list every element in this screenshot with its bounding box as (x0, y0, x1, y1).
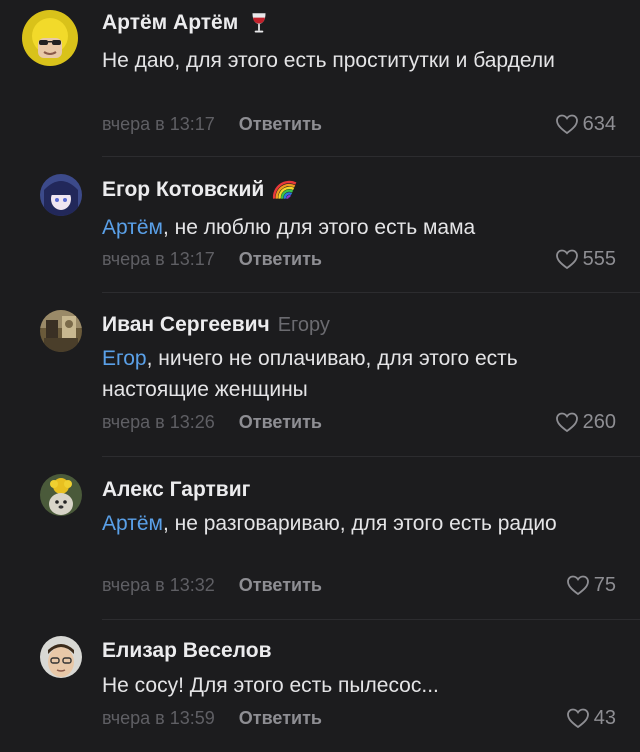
comment-text: Не сосу! Для этого есть пылесос... (102, 670, 602, 701)
comment-time: вчера в 13:26 (102, 411, 215, 432)
comment-body: Не сосу! Для этого есть пылесос... (102, 674, 439, 697)
divider (102, 456, 640, 457)
divider (102, 156, 640, 157)
comment-body: Не даю, для этого есть проститутки и бар… (102, 49, 555, 72)
comment-author[interactable]: Алекс Гартвиг (102, 478, 250, 502)
reply-button[interactable]: Ответить (239, 249, 322, 270)
comment-time: вчера в 13:59 (102, 707, 215, 728)
avatar-image (22, 10, 78, 66)
like-count: 75 (593, 573, 616, 596)
mention-link[interactable]: Артём (102, 512, 163, 535)
like-button[interactable]: 555 (555, 247, 616, 271)
like-button[interactable]: 43 (566, 706, 616, 730)
comment-author[interactable]: Егор Котовский (102, 178, 264, 202)
heart-icon (555, 114, 578, 135)
like-count: 260 (582, 410, 616, 433)
reply-to-label[interactable]: Егору (278, 314, 330, 337)
mention-link[interactable]: Егор (102, 347, 147, 370)
like-count: 634 (582, 112, 616, 135)
comment-text: Артём, не разговариваю, для этого есть р… (102, 508, 602, 539)
like-button[interactable]: 75 (566, 573, 616, 597)
comment-time: вчера в 13:17 (102, 248, 215, 269)
avatar-image (40, 310, 82, 352)
comment-text: Артём, не люблю для этого есть мама (102, 212, 602, 243)
comment-text: Не даю, для этого есть проститутки и бар… (102, 45, 602, 76)
reply-button[interactable]: Ответить (239, 708, 322, 729)
avatar[interactable] (40, 636, 82, 678)
comment-body: , не люблю для этого есть мама (162, 216, 476, 239)
heart-icon (566, 708, 589, 729)
avatar-image (40, 636, 82, 678)
comment-text: Егор, ничего не оплачиваю, для этого ест… (102, 343, 602, 405)
avatar[interactable] (40, 474, 82, 516)
comment-time: вчера в 13:17 (102, 113, 215, 134)
reply-button[interactable]: Ответить (239, 412, 322, 433)
reply-button[interactable]: Ответить (239, 575, 322, 596)
comment-body: , не разговариваю, для этого есть радио (162, 512, 557, 535)
comment-body: , ничего не оплачиваю, для этого есть на… (102, 347, 518, 401)
rainbow-icon (272, 177, 298, 203)
comment-author[interactable]: Елизар Веселов (102, 639, 272, 663)
like-count: 555 (582, 247, 616, 270)
heart-icon (566, 575, 589, 596)
divider (102, 292, 640, 293)
heart-icon (555, 412, 578, 433)
avatar[interactable] (40, 174, 82, 216)
comment-author[interactable]: Артём Артём (102, 11, 238, 35)
avatar-image (40, 174, 82, 216)
comment-author[interactable]: Иван Сергеевич (102, 313, 270, 337)
mention-link[interactable]: Артём (102, 216, 163, 239)
like-button[interactable]: 634 (555, 112, 616, 136)
avatar[interactable] (22, 10, 78, 66)
like-count: 43 (593, 706, 616, 729)
like-button[interactable]: 260 (555, 410, 616, 434)
avatar[interactable] (40, 310, 82, 352)
avatar-image (40, 474, 82, 516)
reply-button[interactable]: Ответить (239, 114, 322, 135)
divider (102, 619, 640, 620)
comment-time: вчера в 13:32 (102, 574, 215, 595)
heart-icon (555, 249, 578, 270)
wine-glass-icon (246, 10, 272, 36)
